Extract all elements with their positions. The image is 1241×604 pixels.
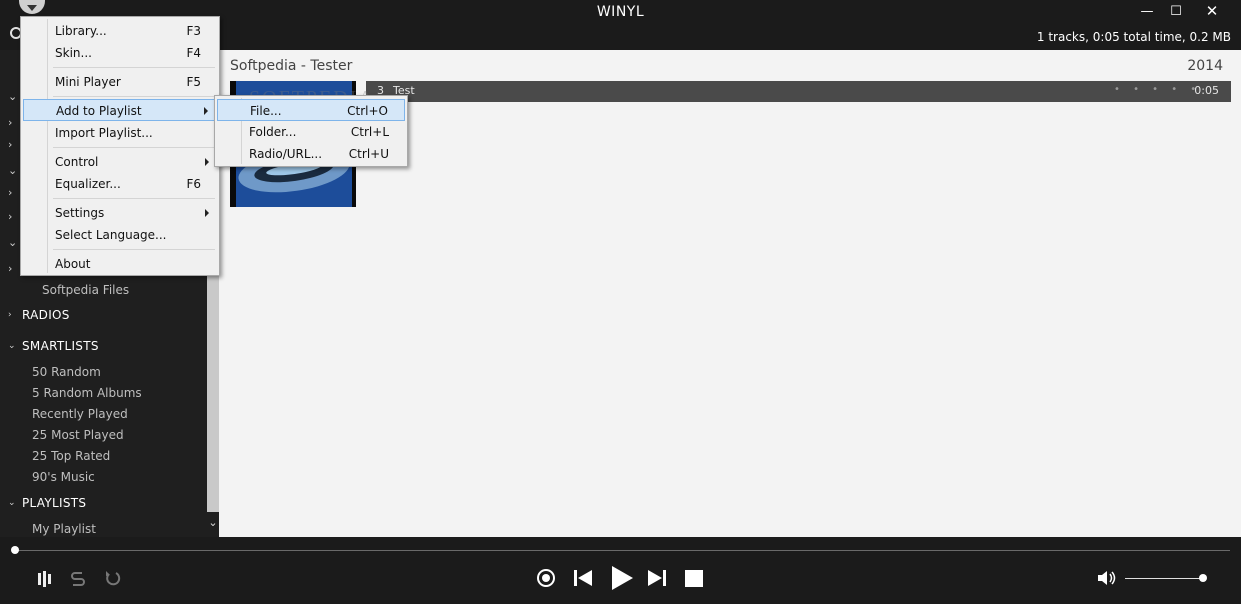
menu-item-label: Skin... (55, 46, 92, 60)
menu-item-label: Select Language... (55, 228, 167, 242)
equalizer-icon[interactable] (36, 570, 52, 588)
menu-item-label: Add to Playlist (56, 104, 142, 118)
menu-item-settings[interactable]: Settings (23, 202, 217, 224)
menu-item-shortcut: F6 (186, 177, 201, 191)
menu-item-shortcut: F3 (186, 24, 201, 38)
sidebar-section-smartlists[interactable]: ⌄ SMARTLISTS (8, 339, 99, 353)
chevron-right-icon[interactable]: › (8, 186, 12, 199)
record-icon[interactable] (537, 569, 555, 587)
add-to-playlist-submenu: File... Ctrl+O Folder... Ctrl+L Radio/UR… (214, 95, 408, 167)
menu-item-skin[interactable]: Skin... F4 (23, 42, 217, 64)
submenu-arrow-icon (205, 158, 209, 166)
seek-knob[interactable] (11, 546, 19, 554)
track-rating[interactable]: • • • • • (1114, 84, 1201, 95)
play-icon[interactable] (609, 565, 635, 591)
menu-item-shortcut: Ctrl+U (348, 147, 389, 161)
sidebar-item-smartlist[interactable]: Recently Played (32, 407, 128, 421)
sidebar-section-label: RADIOS (22, 308, 70, 322)
menu-item-add-to-playlist[interactable]: Add to Playlist (23, 99, 217, 121)
menu-item-label: File... (250, 104, 282, 118)
menu-item-label: Import Playlist... (55, 126, 153, 140)
submenu-item-file[interactable]: File... Ctrl+O (217, 99, 405, 121)
menu-separator (53, 96, 215, 97)
menu-item-about[interactable]: About (23, 253, 217, 275)
sidebar-item-smartlist[interactable]: 50 Random (32, 365, 101, 379)
chevron-right-icon: › (8, 310, 12, 320)
main-menu: Library... F3 Skin... F4 Mini Player F5 … (20, 16, 220, 276)
previous-icon[interactable] (572, 569, 594, 587)
menu-item-shortcut: F5 (186, 75, 201, 89)
sidebar-item-playlist[interactable]: My Playlist (32, 522, 96, 536)
sidebar-section-label: SMARTLISTS (22, 339, 99, 353)
menu-item-label: Mini Player (55, 75, 121, 89)
sidebar-item-smartlist[interactable]: 25 Most Played (32, 428, 124, 442)
menu-item-shortcut: F4 (186, 46, 201, 60)
track-duration: 0:05 (1194, 84, 1219, 97)
shuffle-icon[interactable] (68, 568, 88, 588)
menu-item-shortcut: Ctrl+L (350, 125, 389, 139)
repeat-icon[interactable] (103, 568, 123, 588)
menu-item-shortcut: Ctrl+O (347, 104, 388, 118)
menu-item-control[interactable]: Control (23, 151, 217, 173)
menu-separator (53, 147, 215, 148)
chevron-down-icon: ⌄ (8, 498, 16, 508)
menu-item-label: Settings (55, 206, 105, 220)
status-summary: 1 tracks, 0:05 total time, 0.2 MB (1036, 30, 1231, 44)
menu-item-label: Library... (55, 24, 107, 38)
player-controls (0, 537, 1241, 604)
menu-item-select-language[interactable]: Select Language... (23, 224, 217, 246)
album-year: 2014 (1187, 58, 1223, 74)
stop-icon[interactable] (685, 570, 703, 587)
maximize-button[interactable]: ☐ (1160, 0, 1192, 22)
close-button[interactable]: ✕ (1196, 0, 1228, 22)
menu-separator (53, 198, 215, 199)
track-row[interactable]: 3 Test • • • • • 0:05 (366, 81, 1231, 102)
submenu-item-radio-url[interactable]: Radio/URL... Ctrl+U (217, 143, 405, 165)
album-header[interactable]: Softpedia - Tester (230, 58, 352, 74)
volume-slider[interactable] (1125, 578, 1203, 579)
menu-item-label: About (55, 257, 91, 271)
menu-item-mini-player[interactable]: Mini Player F5 (23, 71, 217, 93)
chevron-right-icon[interactable]: › (8, 262, 12, 275)
menu-item-label: Equalizer... (55, 177, 121, 191)
chevron-right-icon[interactable]: › (8, 210, 12, 223)
menu-item-label: Radio/URL... (249, 147, 323, 161)
submenu-item-folder[interactable]: Folder... Ctrl+L (217, 121, 405, 143)
menu-item-import-playlist[interactable]: Import Playlist... (23, 122, 217, 144)
sidebar-section-label: PLAYLISTS (22, 496, 87, 510)
chevron-down-icon[interactable]: ⌄ (8, 236, 17, 249)
menu-separator (53, 249, 215, 250)
chevron-down-icon[interactable]: ⌄ (8, 164, 17, 177)
sidebar-section-radios[interactable]: › RADIOS (8, 308, 70, 322)
chevron-down-icon[interactable]: ⌄ (207, 516, 219, 530)
sidebar-item-smartlist[interactable]: 90's Music (32, 470, 95, 484)
seek-bar[interactable] (15, 550, 1230, 551)
next-icon[interactable] (646, 569, 668, 587)
menu-item-equalizer[interactable]: Equalizer... F6 (23, 173, 217, 195)
submenu-arrow-icon (204, 107, 208, 115)
sidebar-section-playlists[interactable]: ⌄ PLAYLISTS (8, 496, 86, 510)
menu-separator (53, 67, 215, 68)
sidebar-item-smartlist[interactable]: 5 Random Albums (32, 386, 142, 400)
volume-icon[interactable] (1096, 569, 1118, 587)
menu-item-label: Folder... (249, 125, 297, 139)
menu-item-library[interactable]: Library... F3 (23, 20, 217, 42)
sidebar-item-softpedia-files[interactable]: Softpedia Files (42, 283, 129, 297)
minimize-button[interactable]: — (1131, 0, 1163, 22)
submenu-arrow-icon (205, 209, 209, 217)
chevron-down-icon: ⌄ (8, 341, 16, 351)
sidebar-item-smartlist[interactable]: 25 Top Rated (32, 449, 110, 463)
volume-knob[interactable] (1199, 574, 1207, 582)
chevron-right-icon[interactable]: › (8, 116, 12, 129)
chevron-right-icon[interactable]: › (8, 138, 12, 151)
menu-item-label: Control (55, 155, 99, 169)
chevron-down-icon[interactable]: ⌄ (8, 90, 17, 103)
